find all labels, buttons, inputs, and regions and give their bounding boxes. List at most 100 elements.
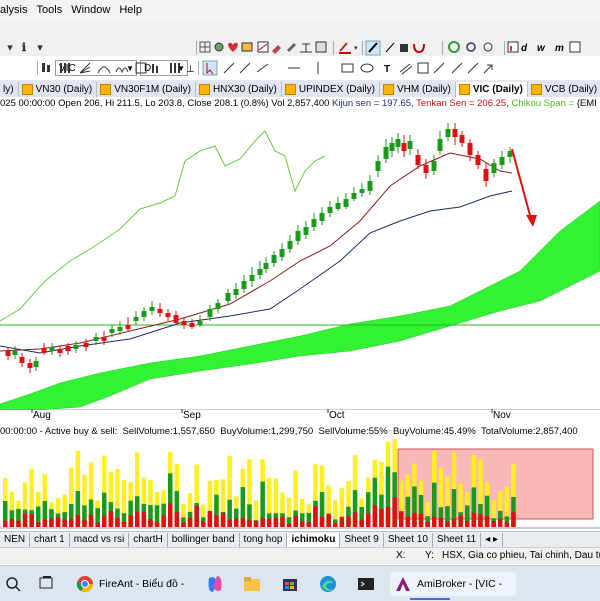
ray-icon[interactable] [239,62,251,74]
volume-bar-sell [425,521,430,527]
monthly-button[interactable]: m [555,43,564,54]
refresh-icon[interactable] [448,41,460,53]
gann-icon[interactable] [451,62,463,74]
sheet-tab[interactable]: Sheet 9 [340,533,384,547]
select-cursor-icon[interactable] [202,60,218,76]
hammer-icon[interactable] [272,45,281,54]
volume-bar-sell [306,522,312,527]
edge-icon[interactable] [318,575,338,593]
chart-tab-label: VN30F1M (Daily) [114,84,191,95]
volume-bar-sell [511,512,516,527]
chart-tab[interactable]: UPINDEX (Daily) [281,82,380,97]
chart-tab[interactable]: ly) [0,82,19,97]
trendline-icon[interactable] [223,62,235,74]
daily-button[interactable]: d [521,43,528,54]
chart-tab[interactable]: VCB (Daily) [527,82,600,97]
chart-tab[interactable]: VHM (Daily) [379,82,456,97]
fibo-icon[interactable] [417,62,429,74]
ellipse-icon[interactable] [360,63,374,73]
candle-body [367,181,373,191]
ext-line-icon[interactable] [256,63,269,73]
candle-body [57,349,63,353]
zoom-out-icon[interactable] [466,42,476,52]
arrow-up-icon[interactable] [433,62,445,74]
bars-icon[interactable] [152,64,158,73]
menu-bar: alysis Tools Window Help [0,0,600,20]
candles-icon[interactable] [42,63,50,72]
candle-body [19,357,25,363]
amibroker-icon [396,577,410,591]
terminal-icon[interactable] [356,575,376,593]
chart-tab[interactable]: HNX30 (Daily) [195,82,282,97]
volume-bar-sell [148,519,153,527]
copilot-icon[interactable] [205,574,225,594]
sheet-tab[interactable]: bollinger band [167,533,240,547]
channel-icon[interactable] [399,63,413,75]
fan-icon[interactable] [79,62,91,74]
volume-bar-sell [465,520,470,527]
scale-icon[interactable] [300,43,312,53]
chart-type-icon[interactable] [507,41,519,53]
chart-icon[interactable] [257,41,269,53]
image-icon[interactable] [315,41,327,53]
vbars-icon[interactable] [170,63,180,73]
heart-icon[interactable] [228,42,238,52]
pitchfork-icon[interactable] [467,62,479,74]
chart-tab[interactable]: VIC (Daily) [455,82,528,97]
price-chart[interactable] [0,111,600,410]
folder-icon[interactable] [242,575,262,593]
candle-body [215,303,221,309]
menu-tools[interactable]: Tools [37,4,72,16]
cycles-icon[interactable] [115,67,129,74]
volume-bar-sell [326,513,331,527]
chart-tab[interactable]: VN30F1M (Daily) [97,82,196,97]
chrome-icon [76,576,94,593]
text-icon[interactable]: T [384,64,390,75]
arrow-icon[interactable] [483,64,493,74]
volume-chart[interactable] [0,439,600,531]
weekly-button[interactable]: w [537,43,546,54]
calendar-icon[interactable] [569,41,581,53]
grid-icon[interactable] [199,41,211,53]
wrench-icon[interactable] [286,42,297,53]
sheet-tab[interactable]: chart 1 [30,533,70,547]
line-width-icon[interactable] [385,42,395,53]
volume-bar-sell [234,518,239,527]
sheet-tab[interactable]: Sheet 11 [432,533,482,547]
magnet-icon[interactable] [413,43,425,54]
menu-analysis[interactable]: alysis [0,4,37,16]
arc-icon[interactable] [97,66,111,74]
sheet-tab-nav[interactable]: ◂ ▸ [481,533,504,547]
candle-body [491,163,497,173]
settings-icon[interactable] [214,42,224,52]
pen-color-icon[interactable] [339,42,351,54]
candle-body [181,321,187,325]
volume-bar-sell [22,513,28,527]
rectangle-icon[interactable] [341,63,354,73]
layers-icon[interactable] [241,42,253,52]
refresh-all-icon[interactable] [483,42,493,52]
fib-icon[interactable] [135,62,147,74]
sheet-tab[interactable]: NEN [0,533,31,547]
store-icon[interactable] [280,575,300,593]
draw-line-icon[interactable] [365,40,381,56]
task-fireant[interactable]: FireAnt - Biểu đồ - [76,572,184,596]
sheet-tab[interactable]: chartH [129,533,168,547]
task-view-icon[interactable] [38,575,56,593]
percent-icon[interactable]: ⊥ [186,64,195,75]
sheet-tab[interactable]: tong hop [239,533,288,547]
sheet-tab[interactable]: Sheet 10 [383,533,433,547]
task-amibroker[interactable]: AmiBroker - [VIC - [390,572,516,596]
candle-body [415,155,421,165]
sheet-tab[interactable]: ichimoku [287,533,341,547]
sheet-tab[interactable]: macd vs rsi [69,533,130,547]
menu-help[interactable]: Help [119,4,151,16]
candle-body [335,203,341,209]
search-icon[interactable] [4,575,24,593]
square-icon[interactable] [400,44,408,52]
menu-window[interactable]: Window [71,4,119,16]
candle-body [499,157,505,165]
candle-body [319,213,325,221]
columns-icon[interactable] [60,63,70,73]
chart-tab[interactable]: VN30 (Daily) [18,82,98,97]
